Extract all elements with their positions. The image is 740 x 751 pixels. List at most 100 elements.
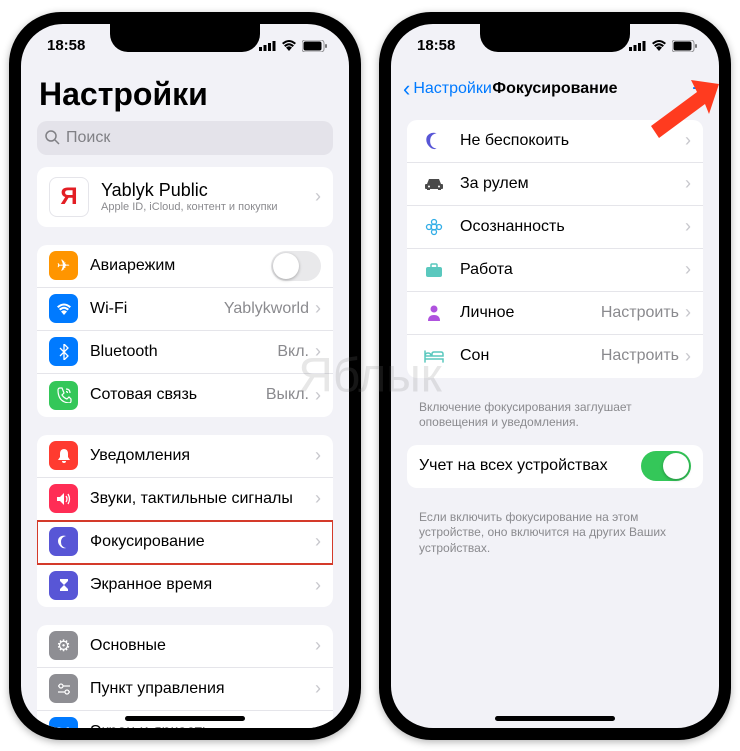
general-group: ⚙︎ Основные › Пункт управления › AA Экра… — [37, 625, 333, 728]
airplane-toggle[interactable] — [271, 251, 321, 281]
chevron-icon: › — [315, 721, 321, 728]
notch — [480, 24, 630, 52]
focus-footer-2: Если включить фокусирование на этом устр… — [391, 506, 719, 571]
sounds-row[interactable]: Звуки, тактильные сигналы › — [37, 478, 333, 521]
search-placeholder: Поиск — [66, 129, 110, 147]
moon-icon — [49, 527, 78, 556]
status-time: 18:58 — [417, 37, 455, 54]
focus-modes-group: Не беспокоить › За рулем › Осознанность … — [407, 120, 703, 378]
phone-left: 18:58 Настройки Поиск Я Yablyk Public Ap… — [9, 12, 361, 740]
text-size-icon: AA — [49, 717, 78, 728]
chevron-icon: › — [315, 531, 321, 552]
driving-label: За рулем — [460, 175, 685, 193]
chevron-icon: › — [685, 346, 691, 367]
home-indicator[interactable] — [125, 716, 245, 721]
bell-icon — [49, 441, 78, 470]
driving-row[interactable]: За рулем › — [407, 163, 703, 206]
sliders-icon — [49, 674, 78, 703]
control-label: Пункт управления — [90, 680, 315, 698]
share-toggle[interactable] — [641, 451, 691, 481]
wifi-settings-icon — [49, 294, 78, 323]
back-label: Настройки — [413, 80, 491, 98]
chevron-left-icon: ‹ — [403, 76, 410, 102]
account-name: Yablyk Public — [101, 180, 315, 201]
bed-icon — [419, 342, 448, 371]
chevron-icon: › — [315, 635, 321, 656]
battery-icon — [672, 40, 697, 52]
cellular-icon — [259, 40, 276, 51]
share-row[interactable]: Учет на всех устройствах — [407, 445, 703, 488]
arrow-annotation — [631, 80, 719, 140]
cellular-settings-icon — [49, 381, 78, 410]
sleep-value: Настроить — [601, 347, 679, 365]
nav-title: Фокусирование — [492, 80, 617, 98]
chevron-icon: › — [685, 173, 691, 194]
chevron-icon: › — [315, 341, 321, 362]
cellular-label: Сотовая связь — [90, 386, 266, 404]
gear-icon: ⚙︎ — [49, 631, 78, 660]
personal-row[interactable]: Личное Настроить › — [407, 292, 703, 335]
focus-row[interactable]: Фокусирование › — [37, 521, 333, 564]
work-row[interactable]: Работа › — [407, 249, 703, 292]
chevron-icon: › — [685, 259, 691, 280]
search-input[interactable]: Поиск — [37, 121, 333, 155]
screentime-row[interactable]: Экранное время › — [37, 564, 333, 607]
wifi-value: Yablykworld — [224, 300, 309, 318]
cellular-row[interactable]: Сотовая связь Выкл. › — [37, 374, 333, 417]
chevron-icon: › — [315, 488, 321, 509]
personal-value: Настроить — [601, 304, 679, 322]
cellular-icon — [629, 40, 646, 51]
chevron-icon: › — [315, 298, 321, 319]
notifications-label: Уведомления — [90, 447, 315, 465]
wifi-row[interactable]: Wi-Fi Yablykworld › — [37, 288, 333, 331]
chevron-icon: › — [315, 385, 321, 406]
mindfulness-label: Осознанность — [460, 218, 685, 236]
speaker-icon — [49, 484, 78, 513]
share-label: Учет на всех устройствах — [419, 457, 641, 475]
car-icon — [419, 169, 448, 198]
bluetooth-label: Bluetooth — [90, 343, 277, 361]
focus-label: Фокусирование — [90, 533, 315, 551]
battery-icon — [302, 40, 327, 52]
search-icon — [45, 130, 60, 145]
general-row[interactable]: ⚙︎ Основные › — [37, 625, 333, 668]
mindfulness-row[interactable]: Осознанность › — [407, 206, 703, 249]
account-sub: Apple ID, iCloud, контент и покупки — [101, 201, 315, 213]
screen-right: 18:58 ‹ Настройки Фокусирование + — [391, 24, 719, 728]
chevron-icon: › — [315, 678, 321, 699]
wifi-label: Wi-Fi — [90, 300, 224, 318]
back-button[interactable]: ‹ Настройки — [403, 76, 492, 102]
cellular-value: Выкл. — [266, 386, 309, 404]
account-avatar: Я — [49, 177, 89, 217]
connectivity-group: ✈︎ Авиарежим Wi-Fi Yablykworld › — [37, 245, 333, 417]
bluetooth-icon — [49, 337, 78, 366]
chevron-icon: › — [315, 186, 321, 207]
work-label: Работа — [460, 261, 685, 279]
airplane-row[interactable]: ✈︎ Авиарежим — [37, 245, 333, 288]
sounds-label: Звуки, тактильные сигналы — [90, 490, 315, 508]
display-label: Экран и яркость — [90, 723, 315, 728]
notch — [110, 24, 260, 52]
status-time: 18:58 — [47, 37, 85, 54]
bluetooth-row[interactable]: Bluetooth Вкл. › — [37, 331, 333, 374]
bluetooth-value: Вкл. — [277, 343, 309, 361]
sleep-label: Сон — [460, 347, 601, 365]
sleep-row[interactable]: Сон Настроить › — [407, 335, 703, 378]
focus-footer-1: Включение фокусирования заглушает оповещ… — [391, 396, 719, 445]
general-label: Основные — [90, 637, 315, 655]
wifi-icon — [281, 40, 297, 51]
account-row[interactable]: Я Yablyk Public Apple ID, iCloud, контен… — [37, 167, 333, 227]
chevron-icon: › — [315, 575, 321, 596]
notifications-row[interactable]: Уведомления › — [37, 435, 333, 478]
control-center-row[interactable]: Пункт управления › — [37, 668, 333, 711]
notifications-group: Уведомления › Звуки, тактильные сигналы … — [37, 435, 333, 607]
person-icon — [419, 298, 448, 327]
hourglass-icon — [49, 571, 78, 600]
home-indicator[interactable] — [495, 716, 615, 721]
page-title: Настройки — [21, 68, 349, 121]
wifi-icon — [651, 40, 667, 51]
screen-left: 18:58 Настройки Поиск Я Yablyk Public Ap… — [21, 24, 349, 728]
account-group: Я Yablyk Public Apple ID, iCloud, контен… — [37, 167, 333, 227]
screentime-label: Экранное время — [90, 576, 315, 594]
briefcase-icon — [419, 255, 448, 284]
